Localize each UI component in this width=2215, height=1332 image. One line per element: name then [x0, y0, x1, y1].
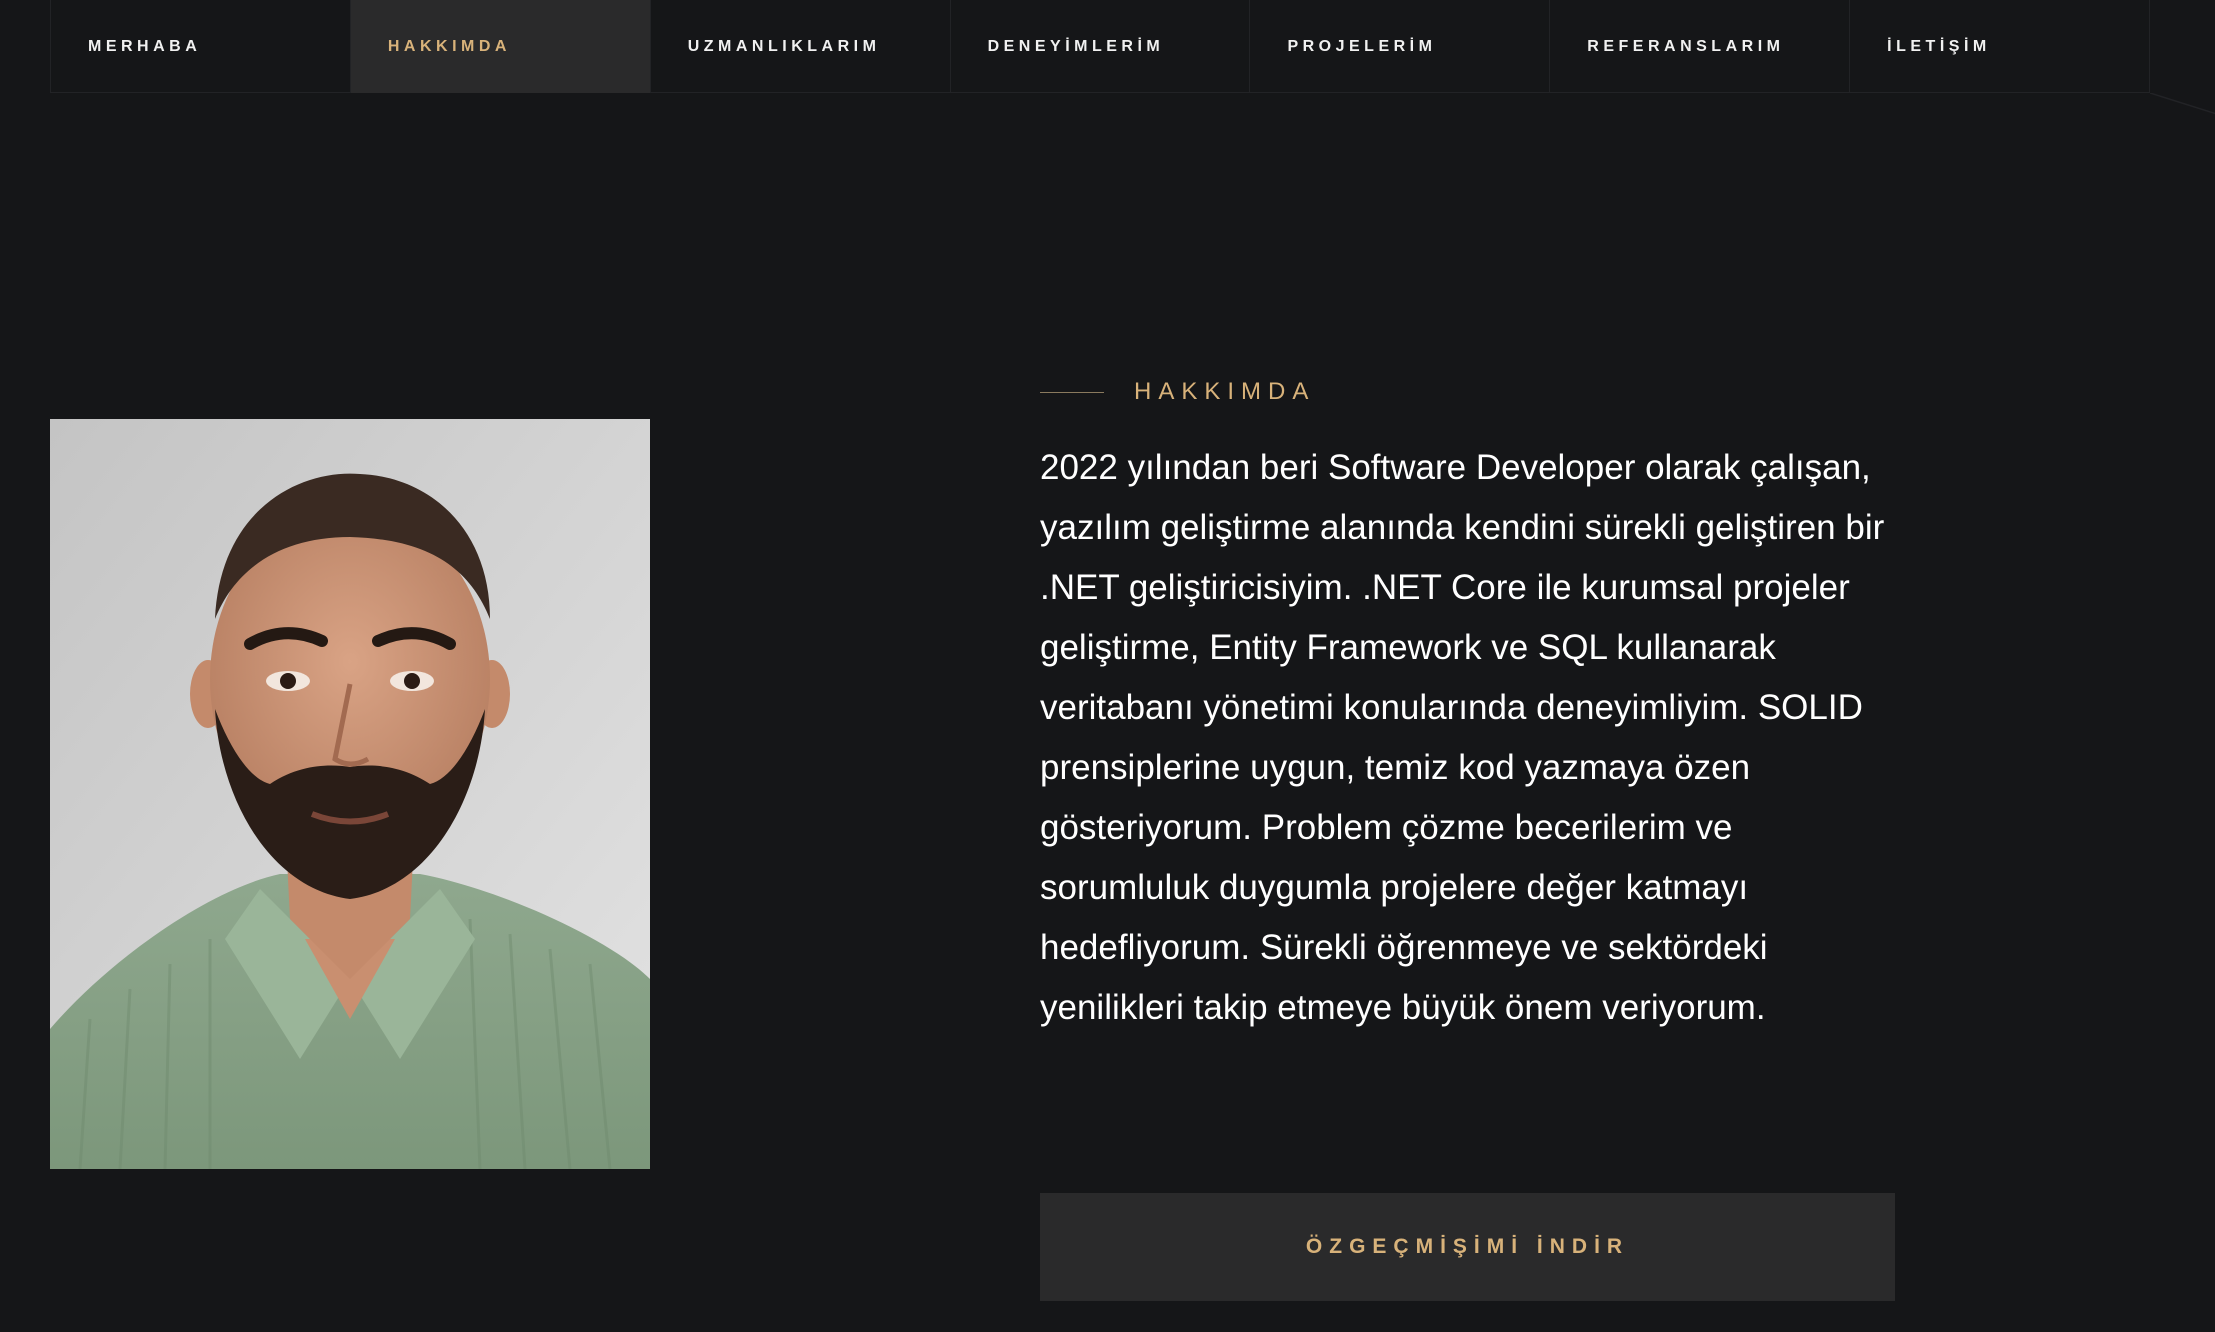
- about-paragraph: 2022 yılından beri Software Developer ol…: [1040, 448, 1885, 1027]
- nav-item-hakkimda[interactable]: HAKKIMDA: [350, 0, 651, 93]
- nav-item-iletisim[interactable]: İLETİŞİM: [1850, 0, 2151, 93]
- section-heading-line: [1040, 391, 1104, 393]
- section-heading: HAKKIMDA: [1040, 378, 1315, 406]
- nav-item-projelerim[interactable]: PROJELERİM: [1250, 0, 1551, 93]
- nav-item-referanslarim[interactable]: REFERANSLARIM: [1550, 0, 1851, 93]
- nav-item-deneyimlerim[interactable]: DENEYİMLERİM: [951, 0, 1251, 93]
- top-navigation: MERHABA HAKKIMDA UZMANLIKLARIM DENEYİMLE…: [50, 0, 2151, 93]
- nav-item-merhaba[interactable]: MERHABA: [51, 0, 351, 93]
- profile-photo: [50, 419, 650, 1169]
- download-cv-button[interactable]: ÖZGEÇMİŞİMİ İNDİR: [1040, 1193, 1895, 1301]
- section-title: HAKKIMDA: [1134, 378, 1316, 405]
- nav-corner-divider: [2150, 93, 2215, 115]
- nav-item-uzmanliklarim[interactable]: UZMANLIKLARIM: [651, 0, 951, 93]
- portrait-illustration: [50, 419, 650, 1169]
